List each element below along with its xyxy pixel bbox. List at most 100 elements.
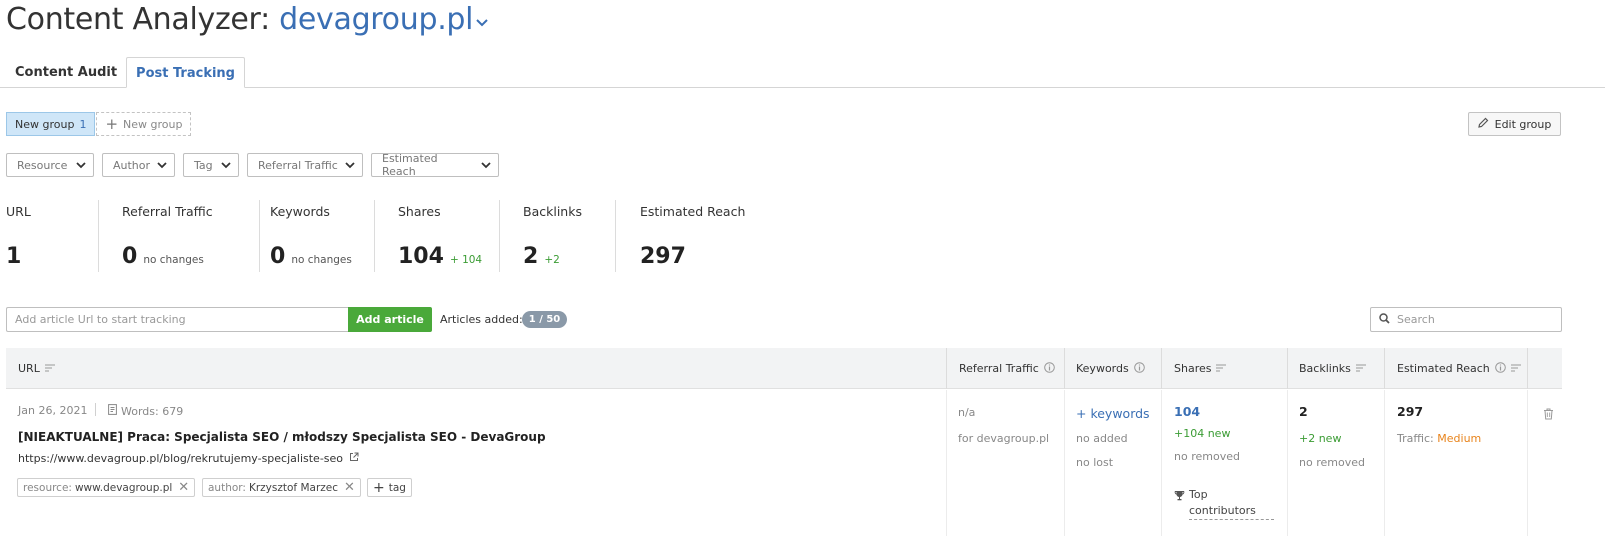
chevron-down-icon: [474, 159, 491, 172]
group-label: New group: [15, 117, 75, 131]
stat-label: URL: [6, 204, 31, 219]
sort-icon[interactable]: [1351, 362, 1366, 375]
backlinks-value: 2: [1299, 404, 1308, 419]
tab-post-tracking[interactable]: Post Tracking: [126, 57, 245, 88]
articles-added-badge: 1 / 50: [522, 311, 567, 328]
edit-group-button[interactable]: Edit group: [1468, 112, 1561, 136]
tab-content-audit[interactable]: Content Audit: [6, 57, 126, 88]
chevron-down-icon: [69, 159, 86, 172]
shares-new: +104 new: [1174, 427, 1231, 440]
external-link-icon[interactable]: [349, 452, 359, 465]
column-divider: [1384, 390, 1385, 536]
tag-resource[interactable]: resource: www.devagroup.pl ✕: [17, 478, 196, 497]
filter-estimated-reach[interactable]: Estimated Reach: [371, 152, 499, 178]
page-title-prefix: Content Analyzer:: [6, 2, 280, 37]
backlinks-removed: no removed: [1299, 456, 1365, 469]
stat-referral-traffic: Referral Traffic 0 no changes: [122, 200, 270, 272]
column-divider: [1161, 348, 1162, 389]
trash-icon[interactable]: [1543, 408, 1554, 423]
add-group-label: New group: [123, 117, 183, 131]
search-input[interactable]: Search: [1370, 307, 1562, 332]
add-article-button[interactable]: Add article: [348, 307, 432, 332]
filter-referral-traffic[interactable]: Referral Traffic: [247, 153, 363, 177]
close-icon[interactable]: ✕: [344, 480, 355, 495]
top-contributors-link[interactable]: Top contributors: [1189, 487, 1274, 520]
add-article-url-input[interactable]: Add article Url to start tracking: [6, 307, 349, 332]
reach-value: 297: [1397, 404, 1424, 419]
domain-selector[interactable]: devagroup.pl: [279, 2, 473, 37]
stat-label: Backlinks: [523, 204, 582, 219]
plus-icon: +: [373, 479, 385, 496]
stat-label: Keywords: [270, 204, 330, 219]
keywords-lost: no lost: [1076, 456, 1114, 469]
table-header: URL Referral Traffic Keywords Shares Bac…: [6, 348, 1562, 389]
group-new-group[interactable]: New group 1: [6, 112, 96, 136]
info-icon[interactable]: [1129, 361, 1145, 376]
stat-value: 0 no changes: [270, 244, 352, 269]
filter-label: Resource: [17, 158, 68, 172]
chevron-down-icon: [214, 159, 231, 172]
add-tag-button[interactable]: + tag: [367, 478, 412, 497]
referral-traffic-note: for devagroup.pl: [958, 432, 1050, 445]
filter-tag[interactable]: Tag: [183, 153, 239, 177]
stat-url: URL 1: [6, 200, 122, 272]
stat-change: + 104: [449, 254, 483, 266]
chevron-down-icon: [150, 159, 167, 172]
keywords-added: no added: [1076, 432, 1128, 445]
column-divider: [1384, 348, 1385, 389]
stat-divider: [259, 200, 260, 272]
table-row: Jan 26, 2021 Words: 679 [NIEAKTUALNE] Pr…: [6, 390, 1562, 536]
column-divider: [1064, 348, 1065, 389]
info-icon[interactable]: [1039, 361, 1055, 376]
sort-icon[interactable]: [40, 362, 55, 375]
stat-value: 2 +2: [523, 244, 560, 269]
add-keywords-link[interactable]: + keywords: [1076, 406, 1150, 421]
column-header-shares[interactable]: Shares: [1174, 348, 1227, 389]
article-title[interactable]: [NIEAKTUALNE] Praca: Specjalista SEO / m…: [18, 430, 546, 444]
article-word-count: Words: 679: [108, 404, 183, 418]
close-icon[interactable]: ✕: [178, 480, 189, 495]
stat-value: 297: [640, 244, 686, 269]
stat-divider: [499, 200, 500, 272]
column-header-keywords[interactable]: Keywords: [1076, 348, 1145, 389]
add-group-button[interactable]: + New group: [96, 112, 192, 136]
tag-author[interactable]: author: Krzysztof Marzec ✕: [202, 478, 361, 497]
filter-author[interactable]: Author: [102, 153, 175, 177]
stat-backlinks: Backlinks 2 +2: [523, 200, 640, 272]
sort-icon[interactable]: [1506, 362, 1521, 375]
filter-label: Tag: [194, 158, 213, 172]
pencil-icon: [1477, 117, 1495, 131]
column-header-estimated-reach[interactable]: Estimated Reach: [1397, 348, 1521, 389]
article-url[interactable]: https://www.devagroup.pl/blog/rekrutujem…: [18, 452, 359, 465]
stat-divider: [615, 200, 616, 272]
page-title: Content Analyzer: devagroup.pl: [6, 2, 489, 37]
stat-change: no changes: [143, 254, 204, 266]
shares-value[interactable]: 104: [1174, 404, 1200, 419]
chevron-down-icon[interactable]: [475, 1, 489, 36]
column-header-backlinks[interactable]: Backlinks: [1299, 348, 1366, 389]
filter-label: Estimated Reach: [382, 152, 438, 178]
stat-label: Estimated Reach: [640, 204, 746, 219]
filter-label: Referral Traffic: [258, 158, 338, 172]
filter-resource[interactable]: Resource: [6, 153, 94, 177]
column-divider: [1161, 390, 1162, 536]
stat-value: 1: [6, 244, 22, 269]
group-count: 1: [79, 117, 87, 131]
meta-divider: [95, 403, 96, 416]
column-divider: [1527, 348, 1528, 389]
shares-removed: no removed: [1174, 450, 1240, 463]
filter-label: Author: [113, 158, 151, 172]
backlinks-new: +2 new: [1299, 432, 1342, 445]
column-header-referral-traffic[interactable]: Referral Traffic: [959, 348, 1055, 389]
stat-keywords: Keywords 0 no changes: [270, 200, 398, 272]
reach-traffic-level: Medium: [1437, 432, 1482, 445]
summary-stats: URL 1 Referral Traffic 0 no changes Keywo…: [6, 200, 790, 272]
sort-icon[interactable]: [1211, 362, 1227, 375]
info-icon[interactable]: [1490, 361, 1506, 376]
reach-traffic: Traffic: Medium: [1397, 432, 1482, 445]
filter-bar: Resource Author Tag Referral Traffic Est…: [6, 152, 507, 178]
stat-shares: Shares 104 + 104: [398, 200, 523, 272]
column-divider: [1527, 390, 1528, 536]
column-divider: [1287, 390, 1288, 536]
column-header-url[interactable]: URL: [18, 348, 55, 389]
